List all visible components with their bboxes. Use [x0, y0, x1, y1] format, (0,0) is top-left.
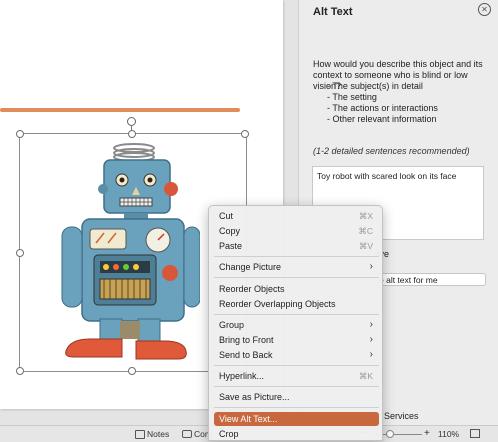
- chevron-right-icon: ›: [369, 261, 373, 272]
- zoom-level[interactable]: 110%: [438, 429, 459, 439]
- menu-item-bring-to-front[interactable]: Bring to Front ›: [214, 333, 379, 347]
- guidance-item: - Other relevant information: [327, 114, 437, 124]
- recommendation-text: (1-2 detailed sentences recommended): [313, 146, 470, 156]
- menu-item-label: Crop: [219, 429, 239, 439]
- guidance-item: - The setting: [327, 92, 377, 102]
- menu-item-label: Hyperlink...: [219, 371, 265, 381]
- orange-divider-line[interactable]: [0, 108, 240, 112]
- notes-button[interactable]: Notes: [147, 429, 169, 439]
- guidance-list: - The subject(s) in detail - The setting…: [313, 81, 438, 125]
- menu-separator: [214, 365, 379, 366]
- menu-separator: [214, 314, 379, 315]
- menu-separator: [214, 407, 379, 408]
- notes-icon[interactable]: [135, 430, 145, 439]
- robot-left-foot: [65, 338, 123, 358]
- menu-item-label: Group: [219, 320, 245, 330]
- robot-left-arm: [61, 226, 83, 308]
- resize-handle-left[interactable]: [16, 249, 24, 257]
- fit-to-window-icon[interactable]: [470, 429, 480, 438]
- menu-separator: [214, 277, 379, 278]
- menu-item-group[interactable]: Group ›: [214, 318, 379, 332]
- menu-item-label: Reorder Objects: [219, 284, 285, 294]
- menu-separator: [214, 386, 379, 387]
- chevron-right-icon: ›: [369, 349, 373, 360]
- guidance-item: - The actions or interactions: [327, 103, 438, 113]
- menu-item-label: Bring to Front: [219, 335, 274, 345]
- chevron-right-icon: ›: [369, 334, 373, 345]
- resize-handle-bottom-left[interactable]: [16, 367, 24, 375]
- menu-item-label: Reorder Overlapping Objects: [219, 299, 336, 309]
- zoom-in-button[interactable]: +: [424, 428, 430, 439]
- menu-item-label: Send to Back: [219, 350, 273, 360]
- menu-item-crop[interactable]: Crop: [214, 427, 379, 441]
- resize-handle-top-left[interactable]: [16, 130, 24, 138]
- close-icon[interactable]: ✕: [478, 3, 491, 16]
- menu-item-label: Paste: [219, 241, 243, 251]
- menu-item-hyperlink[interactable]: Hyperlink... ⌘K: [214, 369, 379, 383]
- robot-right-foot: [135, 340, 187, 360]
- generate-alt-text-button[interactable]: e alt text for me: [372, 273, 486, 286]
- robot-right-arm: [183, 226, 200, 308]
- menu-item-reorder-objects[interactable]: Reorder Objects: [214, 282, 379, 296]
- pane-title: Alt Text: [313, 6, 353, 18]
- menu-item-send-to-back[interactable]: Send to Back ›: [214, 348, 379, 362]
- menu-item-label: View Alt Text...: [219, 414, 278, 424]
- menu-item-label: Copy: [219, 226, 241, 236]
- guidance-item: - The subject(s) in detail: [327, 81, 423, 91]
- shortcut-label: ⌘C: [358, 226, 373, 236]
- menu-item-cut[interactable]: Cut ⌘X: [214, 209, 379, 223]
- menu-item-label: Cut: [219, 211, 234, 221]
- menu-item-view-alt-text[interactable]: View Alt Text...: [214, 412, 379, 426]
- shortcut-label: ⌘X: [358, 211, 373, 221]
- services-link[interactable]: Services: [384, 411, 419, 421]
- chevron-right-icon: ›: [369, 319, 373, 330]
- resize-handle-bottom[interactable]: [128, 367, 136, 375]
- shortcut-label: ⌘V: [358, 241, 373, 251]
- zoom-slider-thumb[interactable]: [386, 430, 394, 438]
- menu-item-copy[interactable]: Copy ⌘C: [214, 224, 379, 238]
- shortcut-label: ⌘K: [358, 371, 373, 381]
- menu-item-label: Save as Picture...: [219, 392, 290, 402]
- menu-item-change-picture[interactable]: Change Picture ›: [214, 260, 379, 274]
- robot-spring-antenna: [113, 143, 155, 162]
- resize-handle-top-right[interactable]: [241, 130, 249, 138]
- menu-item-label: Change Picture: [219, 262, 282, 272]
- robot-picture[interactable]: [60, 143, 200, 365]
- context-menu: Cut ⌘X Copy ⌘C Paste ⌘V Change Picture ›…: [208, 205, 383, 441]
- menu-separator: [214, 256, 379, 257]
- resize-handle-top[interactable]: [128, 130, 136, 138]
- menu-item-paste[interactable]: Paste ⌘V: [214, 239, 379, 253]
- comments-icon[interactable]: [182, 430, 192, 438]
- menu-item-reorder-overlapping-objects[interactable]: Reorder Overlapping Objects: [214, 297, 379, 311]
- menu-item-save-as-picture[interactable]: Save as Picture...: [214, 390, 379, 404]
